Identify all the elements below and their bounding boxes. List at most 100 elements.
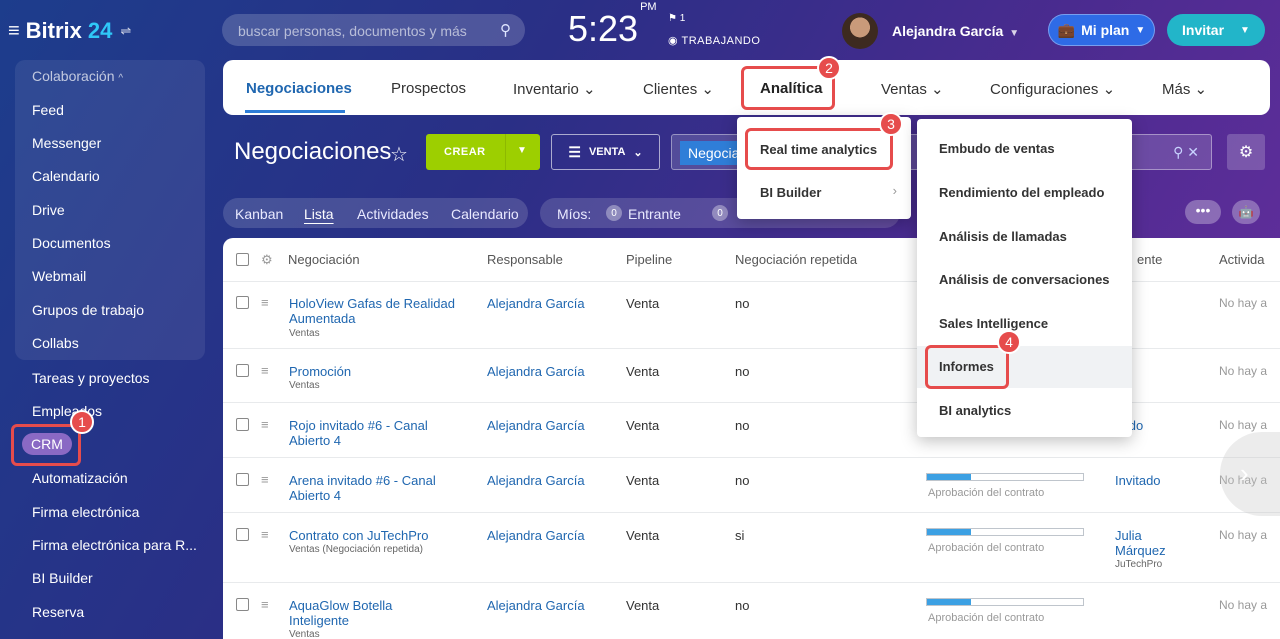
row-checkbox[interactable] — [236, 364, 249, 377]
row-checkbox[interactable] — [236, 296, 249, 309]
deal-name-line2[interactable]: Inteligente — [289, 613, 349, 628]
col-deal[interactable]: Negociación — [288, 252, 360, 267]
tab-settings[interactable]: Configuraciones ⌄ — [990, 80, 1115, 98]
col-repeated[interactable]: Negociación repetida — [735, 252, 857, 267]
tab-clients[interactable]: Clientes ⌄ — [643, 80, 714, 98]
deal-name[interactable]: Promoción — [289, 364, 351, 379]
sidebar-item-e-signature[interactable]: Firma electrónica — [32, 504, 139, 520]
row-checkbox[interactable] — [236, 473, 249, 486]
col-responsible[interactable]: Responsable — [487, 252, 563, 267]
row-checkbox[interactable] — [236, 528, 249, 541]
sidebar-item-tasks[interactable]: Tareas y proyectos — [32, 370, 150, 386]
view-list[interactable]: Lista — [304, 206, 334, 222]
drag-handle-icon[interactable]: ≡ — [261, 472, 269, 487]
sidebar-item-automation[interactable]: Automatización — [32, 470, 128, 486]
activity[interactable]: No hay a — [1219, 528, 1267, 542]
deal-name[interactable]: Contrato con JuTechPro — [289, 528, 428, 543]
submenu-item-call-analysis[interactable]: Análisis de llamadas — [939, 229, 1067, 244]
star-icon[interactable]: ☆ — [390, 142, 408, 167]
tab-more[interactable]: Más ⌄ — [1162, 80, 1207, 98]
flag-icon[interactable]: ⚑ 1 — [668, 13, 685, 24]
view-calendar[interactable]: Calendario — [451, 206, 519, 222]
deal-name-line2[interactable]: Abierto 4 — [289, 488, 341, 503]
sidebar-item-e-signature-hr[interactable]: Firma electrónica para R... — [32, 537, 197, 553]
sidebar-item-messenger[interactable]: Messenger — [32, 135, 101, 151]
stage-progress[interactable] — [926, 473, 1084, 481]
responsible[interactable]: Alejandra García — [487, 528, 585, 543]
invite-button[interactable]: Invitar ▼ — [1167, 14, 1265, 46]
global-search-input[interactable]: buscar personas, documentos y más ⚲ — [222, 14, 525, 46]
row-checkbox[interactable] — [236, 418, 249, 431]
drag-handle-icon[interactable]: ≡ — [261, 417, 269, 432]
work-status[interactable]: ◉ TRABAJANDO — [668, 34, 760, 47]
incoming-label[interactable]: Entrante — [628, 206, 681, 222]
activity[interactable]: No hay a — [1219, 296, 1267, 310]
create-button[interactable]: CREAR ▼ — [426, 134, 540, 170]
client[interactable]: Julia — [1115, 528, 1142, 543]
responsible[interactable]: Alejandra García — [487, 364, 585, 379]
stage-progress[interactable] — [926, 528, 1084, 536]
view-activities[interactable]: Actividades — [357, 206, 429, 222]
responsible[interactable]: Alejandra García — [487, 473, 585, 488]
submenu-item-employee-performance[interactable]: Rendimiento del empleado — [939, 185, 1104, 200]
tab-deals[interactable]: Negociaciones — [246, 80, 352, 97]
avatar[interactable] — [842, 13, 878, 49]
menu-item-bi-builder[interactable]: BI Builder — [760, 185, 821, 200]
responsible[interactable]: Alejandra García — [487, 598, 585, 613]
stage-progress[interactable] — [926, 598, 1084, 606]
drag-handle-icon[interactable]: ≡ — [261, 363, 269, 378]
deal-name[interactable]: Arena invitado #6 - Canal — [289, 473, 436, 488]
submenu-item-conversation-analysis[interactable]: Análisis de conversaciones — [939, 272, 1110, 287]
drag-handle-icon[interactable]: ≡ — [261, 295, 269, 310]
menu-icon[interactable]: ≡ — [8, 20, 20, 43]
deal-name[interactable]: AquaGlow Botella — [289, 598, 392, 613]
deal-name-line2[interactable]: Abierto 4 — [289, 433, 341, 448]
sidebar-item-calendar[interactable]: Calendario — [32, 168, 100, 184]
col-pipeline[interactable]: Pipeline — [626, 252, 672, 267]
search-clear-icons[interactable]: ⚲ ✕ — [1173, 144, 1199, 161]
drag-handle-icon[interactable]: ≡ — [261, 597, 269, 612]
sidebar-item-feed[interactable]: Feed — [32, 102, 64, 118]
activity[interactable]: No hay a — [1219, 364, 1267, 378]
client-line2[interactable]: Márquez — [1115, 543, 1166, 558]
sidebar-item-booking[interactable]: Reserva — [32, 604, 84, 620]
activity[interactable]: No hay a — [1219, 418, 1267, 432]
sidebar-item-workgroups[interactable]: Grupos de trabajo — [32, 302, 144, 318]
responsible[interactable]: Alejandra García — [487, 296, 585, 311]
deal-name-line2[interactable]: Aumentada — [289, 311, 356, 326]
user-menu[interactable]: Alejandra García ▼ — [892, 23, 1019, 39]
submenu-item-bi-analytics[interactable]: BI analytics — [939, 403, 1011, 418]
row-checkbox[interactable] — [236, 598, 249, 611]
clock[interactable]: 5:23PM — [568, 1, 657, 50]
view-kanban[interactable]: Kanban — [235, 206, 283, 222]
tab-inventory[interactable]: Inventario ⌄ — [513, 80, 596, 98]
col-activity[interactable]: Activida — [1219, 252, 1265, 267]
deal-name[interactable]: HoloView Gafas de Realidad — [289, 296, 455, 311]
incoming-count[interactable]: 0 — [606, 205, 622, 221]
gear-icon[interactable]: ⚙ — [261, 252, 273, 268]
responsible[interactable]: Alejandra García — [487, 418, 585, 433]
drag-handle-icon[interactable]: ≡ — [261, 527, 269, 542]
sidebar-item-documents[interactable]: Documentos — [32, 235, 111, 251]
gear-icon[interactable]: ⚙ — [1227, 134, 1265, 170]
settings-sliders-icon[interactable]: ⇌ — [120, 23, 131, 39]
deal-name[interactable]: Rojo invitado #6 - Canal — [289, 418, 428, 433]
client[interactable]: Invitado — [1115, 473, 1161, 488]
search-icon[interactable]: ⚲ — [500, 21, 511, 39]
sidebar-group-title[interactable]: Colaboración ^ — [32, 68, 123, 84]
col-client[interactable]: ente — [1137, 252, 1162, 267]
select-all-checkbox[interactable] — [236, 253, 249, 266]
logo[interactable]: ≡ Bitrix 24 ⇌ — [8, 18, 131, 44]
robot-icon[interactable]: 🤖 — [1232, 200, 1260, 224]
tab-leads[interactable]: Prospectos — [391, 80, 466, 97]
more-dots-icon[interactable]: ••• — [1185, 200, 1221, 224]
sidebar-item-bi-builder[interactable]: BI Builder — [32, 570, 93, 586]
submenu-item-sales-intelligence[interactable]: Sales Intelligence — [939, 316, 1048, 331]
chevron-down-icon[interactable]: ▼ — [517, 145, 527, 156]
plan-button[interactable]: 💼 Mi plan ▼ — [1048, 14, 1155, 46]
pipeline-filter-button[interactable]: ☰ VENTA ⌄ — [551, 134, 660, 170]
second-count[interactable]: 0 — [712, 205, 728, 221]
submenu-item-sales-funnel[interactable]: Embudo de ventas — [939, 141, 1055, 156]
activity[interactable]: No hay a — [1219, 598, 1267, 612]
sidebar-item-collabs[interactable]: Collabs — [32, 335, 79, 351]
